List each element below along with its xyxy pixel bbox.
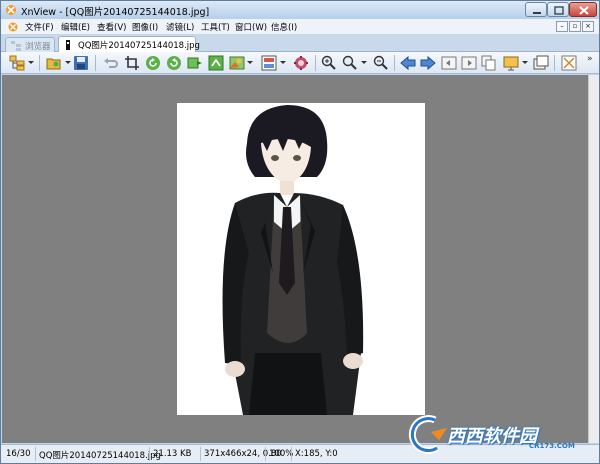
zoom-dropdown-arrow[interactable] bbox=[361, 61, 367, 64]
crop-icon[interactable] bbox=[124, 55, 140, 71]
slideshow-dropdown-arrow[interactable] bbox=[522, 61, 528, 64]
toolbar-separator bbox=[95, 55, 96, 71]
mdi-restore-button[interactable]: ▫ bbox=[569, 21, 581, 32]
status-zoom: 100% bbox=[269, 449, 294, 459]
tab-image-label: QQ图片20140725144018.jpg bbox=[78, 41, 200, 51]
mdi-close-button[interactable]: × bbox=[582, 21, 594, 32]
xnview-menu-icon[interactable] bbox=[7, 21, 19, 33]
effect-dropdown-arrow[interactable] bbox=[247, 61, 253, 64]
zoom-fit-icon[interactable] bbox=[342, 55, 358, 71]
close-icon bbox=[579, 6, 589, 15]
xnview-app-icon bbox=[6, 5, 16, 15]
open-dropdown-arrow[interactable] bbox=[65, 61, 71, 64]
toolbar-overflow-chevron[interactable]: » bbox=[587, 54, 593, 64]
options-icon[interactable] bbox=[561, 55, 577, 71]
color-dropdown-arrow[interactable] bbox=[280, 61, 286, 64]
image-viewer[interactable] bbox=[2, 75, 588, 443]
toolbar-separator bbox=[315, 55, 316, 71]
save-icon[interactable] bbox=[73, 55, 89, 71]
menu-filter[interactable]: 滤镜(L) bbox=[166, 21, 194, 33]
copy-icon[interactable] bbox=[481, 55, 497, 71]
tab-browser-label: 浏览器 bbox=[25, 42, 51, 52]
tab-image[interactable]: QQ图片20140725144018.jpg bbox=[58, 36, 200, 52]
settings-gear-icon[interactable] bbox=[293, 55, 309, 71]
status-separator bbox=[291, 447, 292, 461]
rotate-right-icon[interactable] bbox=[166, 55, 182, 71]
mdi-minimize-button[interactable]: – bbox=[556, 21, 568, 32]
site-watermark: 西西软件园 CR173.COM bbox=[401, 414, 591, 455]
rotate-left-icon[interactable] bbox=[145, 55, 161, 71]
mdi-window-controls: – ▫ × bbox=[555, 21, 595, 33]
color-icon[interactable] bbox=[261, 55, 277, 71]
close-button[interactable] bbox=[569, 2, 597, 17]
menu-bar: 文件(F) 编辑(E) 查看(V) 图像(I) 滤镜(L) 工具(T) 窗口(W… bbox=[1, 19, 599, 35]
toolbar-separator bbox=[554, 55, 555, 71]
browser-icon[interactable] bbox=[9, 55, 25, 71]
status-image-index: 16/30 bbox=[6, 449, 31, 459]
status-cursor-position: X:185, Y:0 bbox=[295, 449, 338, 459]
maximize-button[interactable] bbox=[547, 2, 569, 17]
zoom-in-icon[interactable] bbox=[321, 55, 337, 71]
image-file-icon bbox=[66, 40, 70, 50]
menu-tools[interactable]: 工具(T) bbox=[201, 21, 230, 33]
anime-character-illustration bbox=[222, 105, 364, 415]
menu-edit[interactable]: 编辑(E) bbox=[61, 21, 90, 33]
menu-info[interactable]: 信息(I) bbox=[271, 21, 297, 33]
browser-tree-icon bbox=[11, 41, 21, 51]
menu-window[interactable]: 窗口(W) bbox=[235, 21, 267, 33]
window-title: XnView - [QQ图片20140725144018.jpg] bbox=[21, 7, 210, 18]
next-icon[interactable] bbox=[420, 55, 436, 71]
watermark-subtext: CR173.COM bbox=[529, 442, 575, 450]
transform-icon[interactable] bbox=[208, 55, 224, 71]
toolbar-separator bbox=[39, 55, 40, 71]
toolbar-separator bbox=[394, 55, 395, 71]
menu-file[interactable]: 文件(F) bbox=[25, 21, 54, 33]
undo-icon[interactable] bbox=[103, 55, 119, 71]
last-icon[interactable] bbox=[461, 55, 477, 71]
status-separator bbox=[200, 447, 201, 461]
app-window: XnView - [QQ图片20140725144018.jpg] 文件(F) … bbox=[0, 0, 600, 464]
toolbar: » bbox=[1, 52, 599, 74]
menu-image[interactable]: 图像(I) bbox=[132, 21, 158, 33]
status-separator bbox=[265, 447, 266, 461]
image-effect-icon[interactable] bbox=[229, 55, 245, 71]
slideshow-icon[interactable] bbox=[503, 55, 519, 71]
tab-bar: 浏览器 QQ图片20140725144018.jpg bbox=[1, 35, 599, 52]
minimize-button[interactable] bbox=[525, 2, 547, 17]
minimize-icon bbox=[533, 12, 541, 14]
tab-browser[interactable]: 浏览器 bbox=[5, 37, 55, 52]
flip-icon[interactable] bbox=[187, 55, 203, 71]
displayed-image bbox=[177, 103, 425, 415]
title-bar[interactable]: XnView - [QQ图片20140725144018.jpg] bbox=[1, 1, 599, 19]
watermark-text: 西西软件园 bbox=[447, 426, 537, 447]
status-separator bbox=[35, 447, 36, 461]
browser-dropdown-arrow[interactable] bbox=[28, 61, 34, 64]
watermark-logo-icon bbox=[408, 415, 447, 455]
menu-view[interactable]: 查看(V) bbox=[97, 21, 126, 33]
previous-icon[interactable] bbox=[400, 55, 416, 71]
vertical-scrollbar[interactable] bbox=[588, 75, 599, 443]
fullscreen-icon[interactable] bbox=[533, 55, 549, 71]
status-filename: QQ图片20140725144018.jpg bbox=[39, 451, 161, 461]
open-icon[interactable] bbox=[46, 55, 62, 71]
zoom-out-icon[interactable] bbox=[373, 55, 389, 71]
first-icon[interactable] bbox=[441, 55, 457, 71]
restore-icon bbox=[554, 6, 564, 15]
status-separator bbox=[149, 447, 150, 461]
status-filesize: 21.13 KB bbox=[153, 449, 192, 459]
